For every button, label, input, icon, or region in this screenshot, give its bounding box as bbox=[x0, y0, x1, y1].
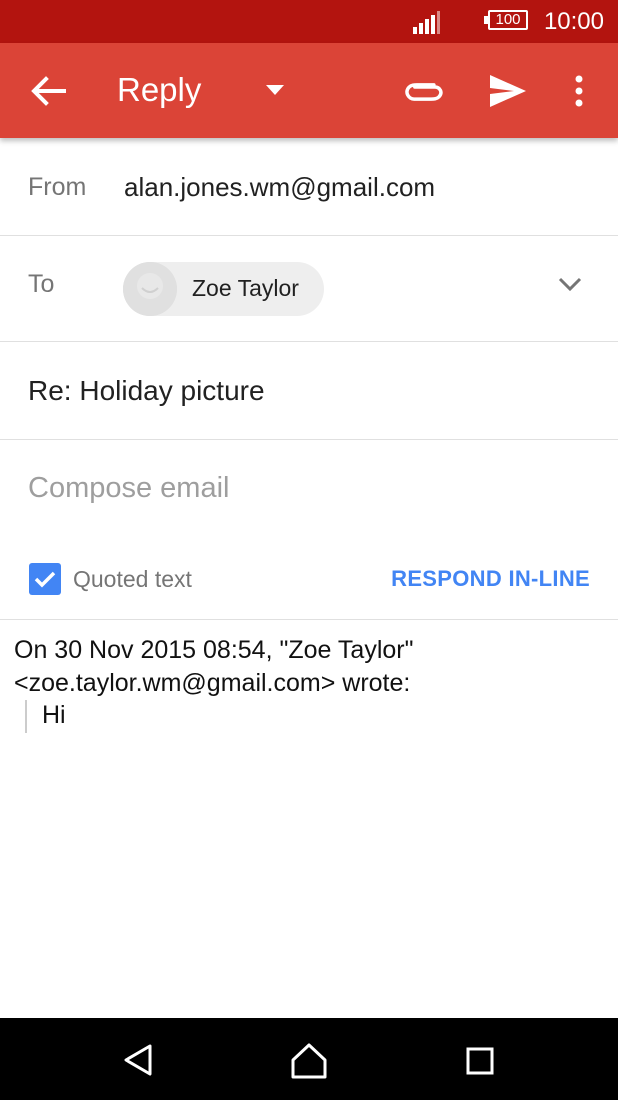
signal-icon bbox=[413, 11, 440, 34]
page-title: Reply bbox=[117, 71, 202, 108]
quote-header-line: <zoe.taylor.wm@gmail.com> wrote: bbox=[14, 669, 411, 697]
nav-recent-icon[interactable] bbox=[465, 1046, 495, 1076]
subject-row[interactable]: Re: Holiday picture bbox=[0, 342, 618, 440]
avatar-placeholder-icon bbox=[123, 262, 177, 316]
app-bar: Reply bbox=[0, 43, 618, 138]
status-bar: 100 10:00 bbox=[0, 0, 618, 43]
back-arrow-icon[interactable] bbox=[28, 73, 68, 109]
dropdown-icon[interactable] bbox=[262, 81, 288, 99]
send-icon[interactable] bbox=[488, 73, 528, 109]
quote-divider bbox=[25, 700, 27, 733]
nav-back-icon[interactable] bbox=[120, 1042, 156, 1078]
quote-header: On 30 Nov 2015 08:54, "Zoe Taylor" <zoe.… bbox=[14, 634, 413, 700]
battery-level: 100 bbox=[495, 11, 521, 28]
to-label: To bbox=[28, 270, 55, 298]
navigation-bar bbox=[0, 1018, 618, 1100]
battery-icon: 100 bbox=[484, 10, 530, 32]
recipient-name: Zoe Taylor bbox=[192, 275, 299, 301]
chevron-down-icon[interactable] bbox=[556, 274, 584, 294]
attach-icon[interactable] bbox=[404, 73, 444, 111]
avatar bbox=[123, 262, 177, 316]
from-value[interactable]: alan.jones.wm@gmail.com bbox=[124, 172, 435, 203]
compose-field[interactable]: Compose email bbox=[28, 472, 229, 505]
to-row: To Zoe Taylor bbox=[0, 236, 618, 342]
check-icon bbox=[34, 571, 56, 588]
respond-inline-button[interactable]: RESPOND IN-LINE bbox=[391, 566, 590, 592]
quoted-text-checkbox[interactable] bbox=[29, 563, 61, 595]
more-vert-icon[interactable] bbox=[566, 71, 592, 111]
from-row: From alan.jones.wm@gmail.com bbox=[0, 138, 618, 236]
quote-header-line: On 30 Nov 2015 08:54, "Zoe Taylor" bbox=[14, 636, 414, 664]
quoted-text-label: Quoted text bbox=[73, 566, 192, 592]
quoted-text-row: Quoted text RESPOND IN-LINE bbox=[0, 540, 618, 620]
recipient-chip[interactable]: Zoe Taylor bbox=[123, 262, 324, 316]
nav-home-icon[interactable] bbox=[289, 1042, 329, 1080]
status-time: 10:00 bbox=[543, 8, 604, 35]
from-label: From bbox=[28, 173, 87, 201]
subject-field[interactable]: Re: Holiday picture bbox=[28, 375, 265, 407]
quote-body: Hi bbox=[42, 701, 66, 729]
